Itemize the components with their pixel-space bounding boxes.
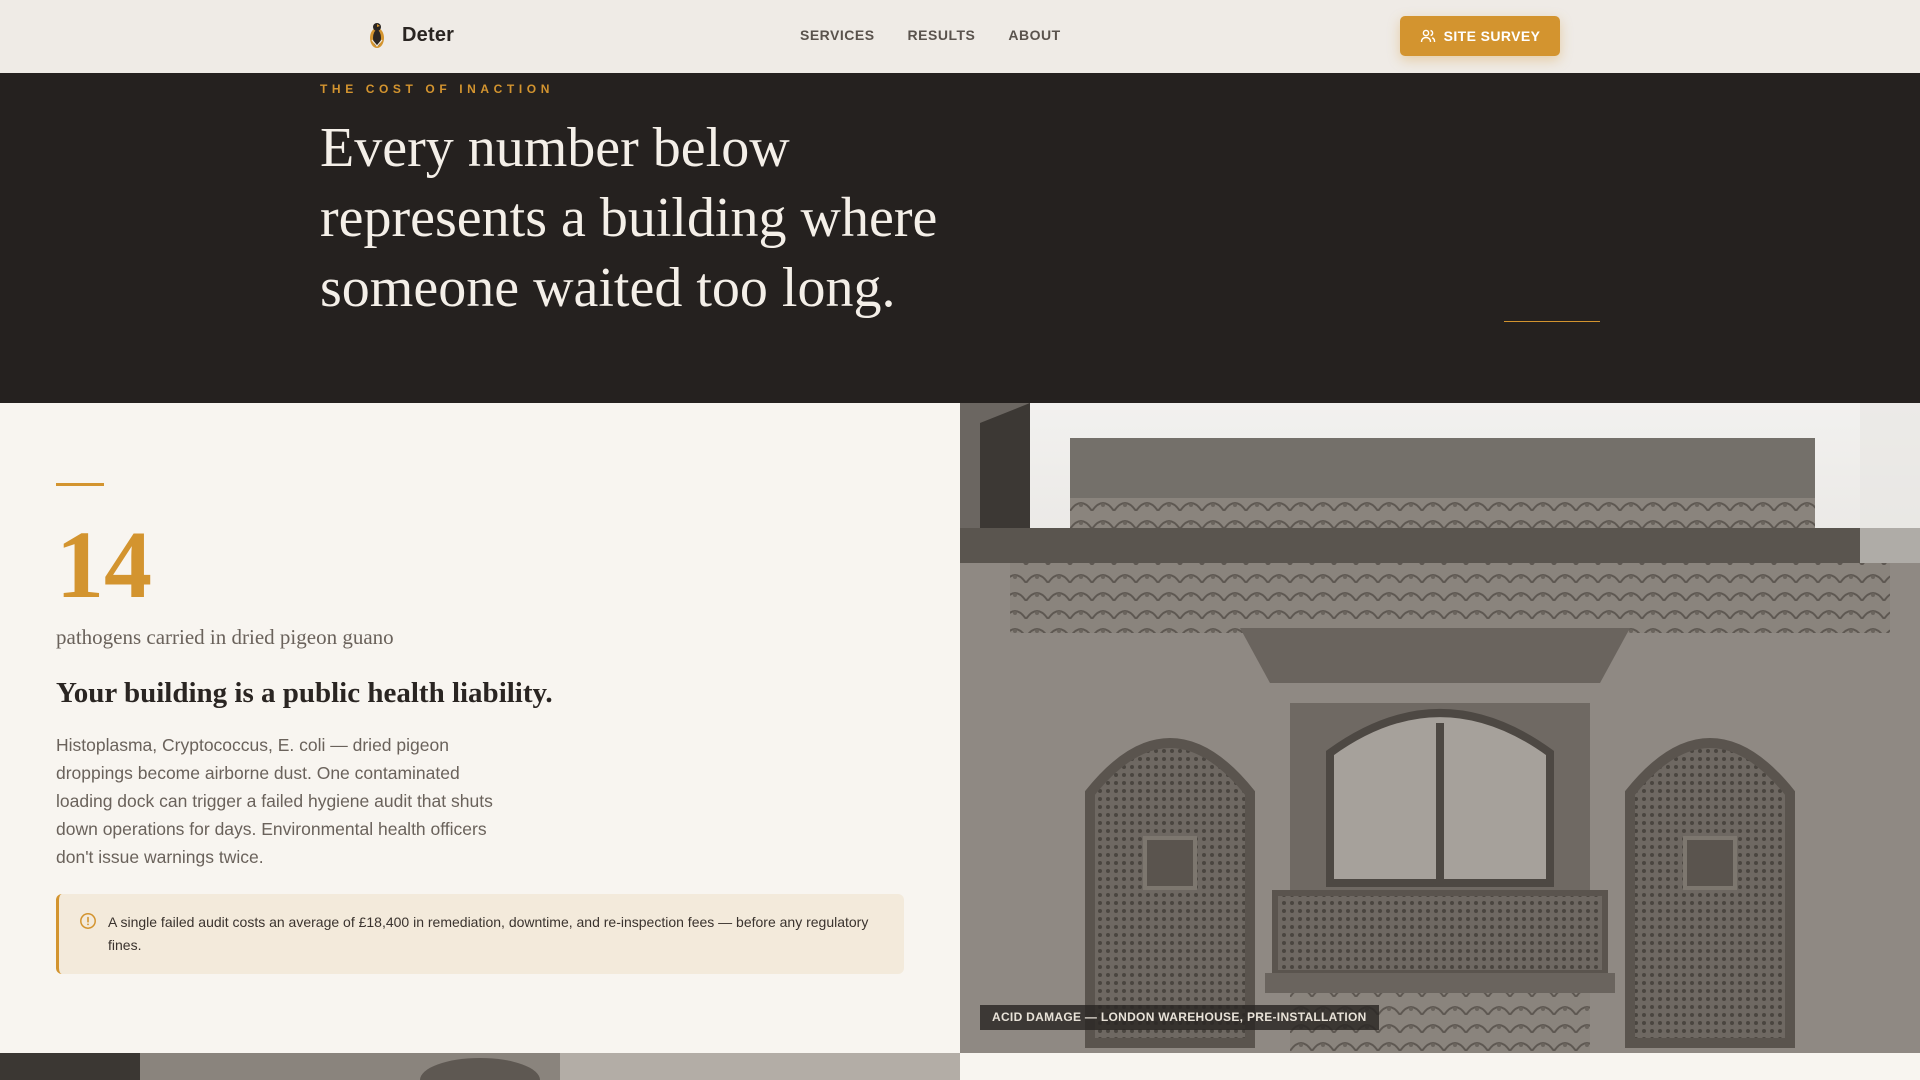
next-section-image	[0, 1053, 960, 1080]
stat-number: 14	[56, 511, 152, 618]
nav-link-services[interactable]: SERVICES	[800, 27, 875, 43]
next-section-photo-strip	[0, 1053, 960, 1080]
site-survey-label: SITE SURVEY	[1443, 28, 1541, 44]
nav-link-results[interactable]: RESULTS	[908, 27, 976, 43]
hero-eyebrow: THE COST OF INACTION	[320, 82, 554, 96]
primary-nav: SERVICES RESULTS ABOUT	[800, 27, 1061, 43]
users-icon	[1420, 29, 1435, 43]
building-photo: ACID DAMAGE — LONDON WAREHOUSE, PRE-INST…	[960, 403, 1920, 1053]
next-section-content	[960, 1053, 1920, 1080]
brand-name: Deter	[402, 23, 455, 46]
photo-caption: ACID DAMAGE — LONDON WAREHOUSE, PRE-INST…	[980, 1005, 1379, 1030]
nav-link-about[interactable]: ABOUT	[1008, 27, 1060, 43]
brand-logo[interactable]: Deter	[366, 20, 454, 50]
stat-heading: Your building is a public health liabili…	[56, 677, 553, 709]
alert-circle-icon	[80, 913, 96, 929]
haveli-facade-image	[960, 403, 1920, 1053]
hero-section: THE COST OF INACTION Every number below …	[0, 73, 1920, 403]
callout-text: A single failed audit costs an average o…	[108, 914, 869, 953]
stat-body: Histoplasma, Cryptococcus, E. coli — dri…	[56, 735, 493, 867]
bird-logo-icon	[370, 23, 384, 48]
top-nav: Deter SERVICES RESULTS ABOUT SITE SURVEY	[0, 0, 1920, 73]
hero-title: Every number below represents a building…	[320, 117, 938, 319]
stat-section: 14 pathogens carried in dried pigeon gua…	[0, 403, 960, 1053]
hero-accent-rule	[1504, 321, 1600, 322]
stat-accent-rule	[56, 483, 104, 486]
cost-callout: A single failed audit costs an average o…	[56, 894, 904, 974]
site-survey-button[interactable]: SITE SURVEY	[1400, 16, 1560, 56]
stat-caption: pathogens carried in dried pigeon guano	[56, 625, 394, 649]
